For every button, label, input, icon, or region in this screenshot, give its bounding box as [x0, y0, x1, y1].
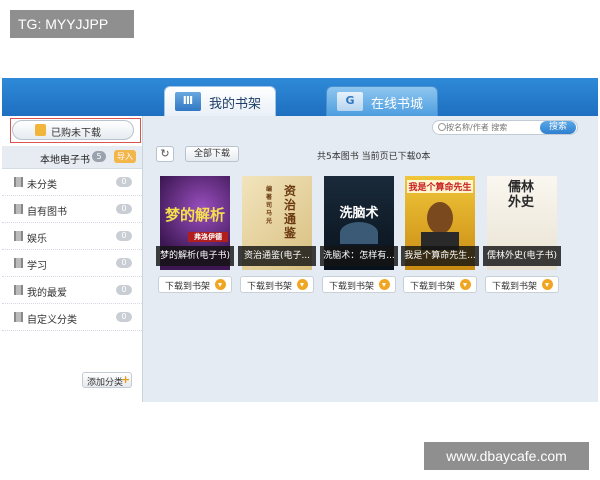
top-tab-bar: Ⅲ 我的书架 G 在线书城: [2, 78, 598, 116]
refresh-icon: ↻: [160, 147, 170, 160]
download-label: 下载到书架: [329, 282, 375, 292]
refresh-button[interactable]: ↻: [156, 146, 174, 162]
download-arrow-icon: [379, 279, 390, 290]
category-label: 学习: [27, 261, 47, 272]
download-to-shelf-button[interactable]: 下载到书架: [240, 276, 314, 293]
sidebar-item-uncategorized[interactable]: 未分类 0: [2, 169, 142, 196]
cover-title: 洗脑术: [339, 206, 379, 221]
download-arrow-icon: [215, 279, 226, 290]
category-label: 未分类: [27, 180, 57, 191]
search-icon: [438, 123, 446, 131]
download-to-shelf-button[interactable]: 下载到书架: [403, 276, 477, 293]
book-icon: [14, 204, 23, 214]
tab-label: 我的书架: [209, 97, 262, 112]
add-category-label: 添加分类: [87, 378, 124, 388]
download-label: 下载到书架: [165, 282, 211, 292]
download-to-shelf-button[interactable]: 下载到书架: [322, 276, 396, 293]
bookshelf-icon: Ⅲ: [175, 92, 201, 111]
sidebar-item-custom-category[interactable]: 自定义分类 0: [2, 304, 142, 331]
local-ebooks-label: 本地电子书: [40, 155, 90, 166]
category-label: 我的最爱: [27, 288, 67, 299]
book-title: 儒林外史(电子书): [483, 246, 561, 266]
sidebar: 已购未下载 本地电子书 5 导入 未分类 0 自有图书 0 娱乐 0 学习 0: [2, 116, 143, 402]
watermark-top: TG: MYYJJPP: [10, 10, 134, 38]
tab-label: 在线书城: [371, 97, 424, 112]
download-all-button[interactable]: 全部下载: [185, 146, 239, 162]
import-button[interactable]: 导入: [114, 150, 136, 163]
category-count: 0: [116, 231, 132, 241]
book-icon: [14, 231, 23, 241]
tab-online-bookstore[interactable]: G 在线书城: [326, 86, 438, 116]
search-input[interactable]: [446, 122, 538, 133]
cover-author: 编著 司马光: [265, 186, 272, 225]
download-arrow-icon: [297, 279, 308, 290]
category-label: 自定义分类: [27, 315, 77, 326]
cover-title: 我是个算命先生: [407, 180, 473, 193]
download-label: 下载到书架: [410, 282, 456, 292]
plus-icon: +: [121, 373, 131, 386]
cover-author: 弗洛伊德: [188, 232, 228, 242]
cover-title: 儒林外史: [507, 180, 534, 210]
local-ebooks-header[interactable]: 本地电子书 5 导入: [2, 146, 142, 169]
book-title: 洗脑术：怎样有...: [320, 246, 398, 266]
book-title: 梦的解析(电子书): [156, 246, 234, 266]
book-icon: [14, 177, 23, 187]
category-label: 自有图书: [27, 207, 67, 218]
category-count: 0: [116, 312, 132, 322]
sidebar-item-own-books[interactable]: 自有图书 0: [2, 196, 142, 223]
sidebar-item-study[interactable]: 学习 0: [2, 250, 142, 277]
cover-illustration: [340, 222, 378, 244]
category-count: 0: [116, 258, 132, 268]
book-icon: [14, 312, 23, 322]
category-count: 0: [116, 285, 132, 295]
category-count: 0: [116, 177, 132, 187]
cover-title: 梦的解析: [164, 206, 225, 224]
download-label: 下载到书架: [492, 282, 538, 292]
book-icon: [14, 258, 23, 268]
cover-face-illustration: [427, 202, 453, 234]
bookshelf-main: 搜索 ↻ 全部下载 共5本图书 当前页已下载0本 梦的解析 弗洛伊德 梦的解析(…: [143, 116, 598, 402]
cover-title: 资治通鉴: [283, 184, 296, 240]
category-label: 娱乐: [27, 234, 47, 245]
bookstore-icon: G: [337, 92, 363, 111]
book-title: 资治通鉴(电子...: [238, 246, 316, 266]
add-category-button[interactable]: 添加分类 +: [82, 372, 132, 388]
download-label: 下载到书架: [247, 282, 293, 292]
book-icon: [14, 285, 23, 295]
category-count: 0: [116, 204, 132, 214]
highlight-box: [10, 118, 141, 143]
local-ebooks-count: 5: [92, 151, 106, 162]
download-arrow-icon: [460, 279, 471, 290]
shelf-status-text: 共5本图书 当前页已下载0本: [317, 152, 431, 162]
sidebar-item-entertainment[interactable]: 娱乐 0: [2, 223, 142, 250]
book-title: 我是个算命先生...: [401, 246, 479, 266]
search-button[interactable]: 搜索: [540, 121, 576, 134]
tab-my-bookshelf[interactable]: Ⅲ 我的书架: [164, 86, 276, 116]
watermark-bottom: www.dbaycafe.com: [424, 442, 589, 470]
download-to-shelf-button[interactable]: 下载到书架: [485, 276, 559, 293]
download-arrow-icon: [542, 279, 553, 290]
app-window: Ⅲ 我的书架 G 在线书城 已购未下载 本地电子书 5 导入 未分类 0 自有图…: [2, 78, 598, 402]
download-to-shelf-button[interactable]: 下载到书架: [158, 276, 232, 293]
sidebar-item-favorites[interactable]: 我的最爱 0: [2, 277, 142, 304]
